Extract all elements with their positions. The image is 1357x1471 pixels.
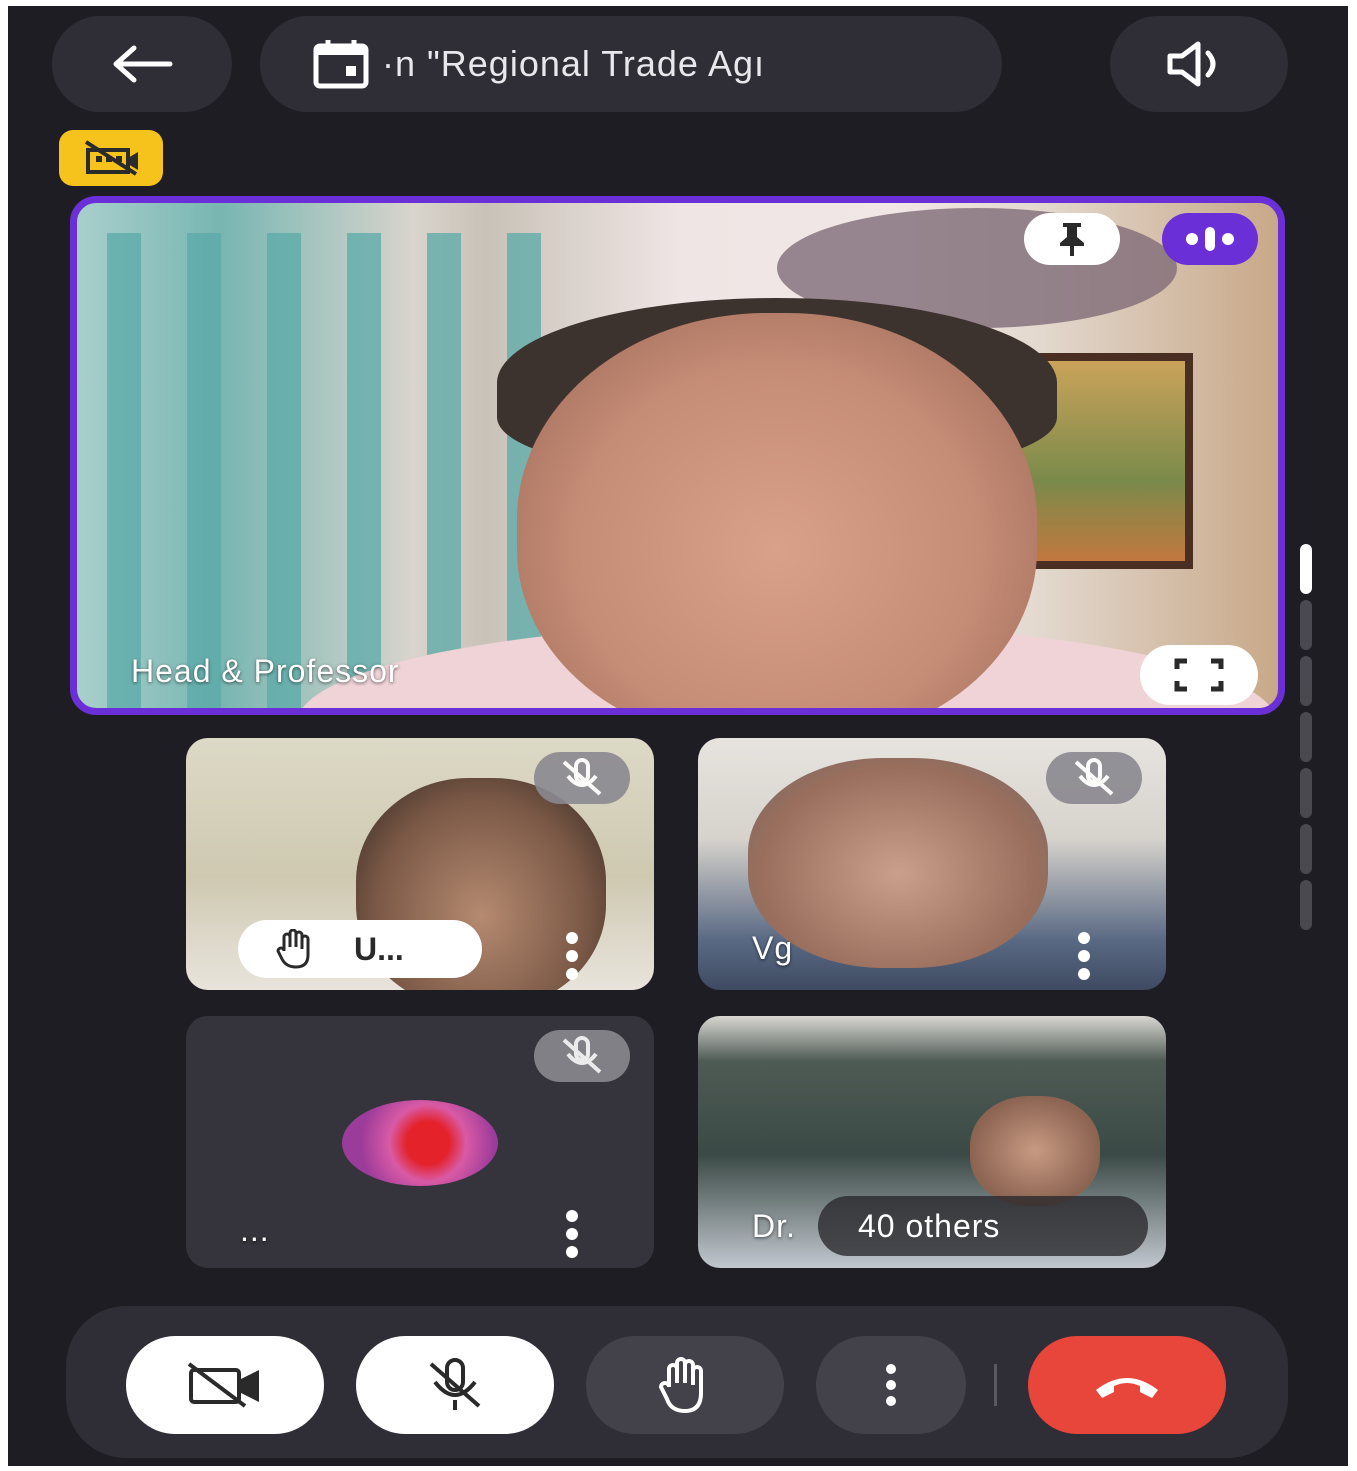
audio-output-button[interactable] — [1110, 16, 1288, 112]
participant-menu-button[interactable] — [566, 1210, 578, 1258]
raise-hand-button[interactable] — [586, 1336, 784, 1434]
scroll-track-segment — [1300, 600, 1312, 650]
muted-indicator — [1046, 752, 1142, 804]
scroll-track-segment — [1300, 656, 1312, 706]
main-speaker-name: Head & Professor — [131, 653, 400, 689]
scroll-track-segment — [1300, 768, 1312, 818]
main-speaker-tile[interactable]: Head & Professor — [70, 196, 1285, 715]
curtain-stripe — [187, 233, 221, 708]
muted-indicator — [534, 752, 630, 804]
pin-button[interactable] — [1024, 213, 1120, 265]
others-count-chip[interactable]: 40 others — [818, 1196, 1148, 1256]
mic-off-icon — [429, 1358, 481, 1410]
scroll-track-segment — [1300, 712, 1312, 762]
calendar-icon — [313, 40, 369, 89]
raise-hand-icon — [658, 1357, 703, 1413]
speaking-indicator-icon — [1186, 227, 1234, 251]
arrow-left-icon — [113, 45, 173, 83]
pin-icon — [1060, 223, 1084, 256]
back-button[interactable] — [52, 16, 232, 112]
participant-avatar — [342, 1100, 498, 1186]
scroll-track-segment — [1300, 824, 1312, 874]
participant-menu-button[interactable] — [1078, 932, 1090, 980]
muted-indicator — [534, 1030, 630, 1082]
participant-name: U... — [354, 930, 404, 967]
curtain-stripe — [427, 233, 461, 708]
participant-name: Vg — [752, 930, 794, 966]
camera-off-icon — [187, 1362, 259, 1408]
meeting-screen: ·n "Regional Trade Agı Head & Professor … — [8, 6, 1348, 1466]
more-options-button[interactable] — [816, 1336, 966, 1434]
participant-name: ... — [240, 1212, 270, 1248]
mic-off-icon — [562, 1036, 602, 1074]
curtain-stripe — [267, 233, 301, 708]
participant-tile[interactable]: ... — [186, 1016, 654, 1268]
curtain-stripe — [107, 233, 141, 708]
speaking-indicator — [1162, 213, 1258, 265]
participant-video — [970, 1096, 1100, 1206]
mic-toggle-button[interactable] — [356, 1336, 554, 1434]
participant-name: Dr. — [752, 1208, 796, 1244]
fullscreen-button[interactable] — [1140, 645, 1258, 705]
meeting-title-bar[interactable]: ·n "Regional Trade Agı — [260, 16, 1002, 112]
participant-menu-button[interactable] — [566, 932, 578, 980]
scroll-track-segment — [1300, 880, 1312, 930]
mic-off-icon — [1074, 758, 1114, 796]
camera-toggle-button[interactable] — [126, 1336, 324, 1434]
participant-tile[interactable]: U... — [186, 738, 654, 990]
meeting-title: ·n "Regional Trade Agı — [382, 43, 766, 84]
curtain-stripe — [347, 233, 381, 708]
speaker-icon — [1167, 41, 1216, 87]
more-vertical-icon — [886, 1364, 896, 1406]
raised-hand-label: U... — [238, 920, 482, 978]
participant-tile[interactable]: Vg — [698, 738, 1166, 990]
raised-hand-icon — [276, 929, 310, 969]
others-count: 40 others — [858, 1207, 1001, 1244]
end-call-button[interactable] — [1028, 1336, 1226, 1434]
controls-divider — [994, 1364, 997, 1406]
scroll-thumb[interactable] — [1300, 544, 1312, 594]
fullscreen-icon — [1174, 658, 1224, 692]
video-paused-badge — [59, 130, 163, 186]
speaker-face — [517, 313, 1037, 708]
video-off-building-icon — [84, 140, 138, 176]
mic-off-icon — [562, 758, 602, 796]
end-call-icon — [1096, 1378, 1158, 1398]
participant-tile[interactable]: Dr. 40 others — [698, 1016, 1166, 1268]
